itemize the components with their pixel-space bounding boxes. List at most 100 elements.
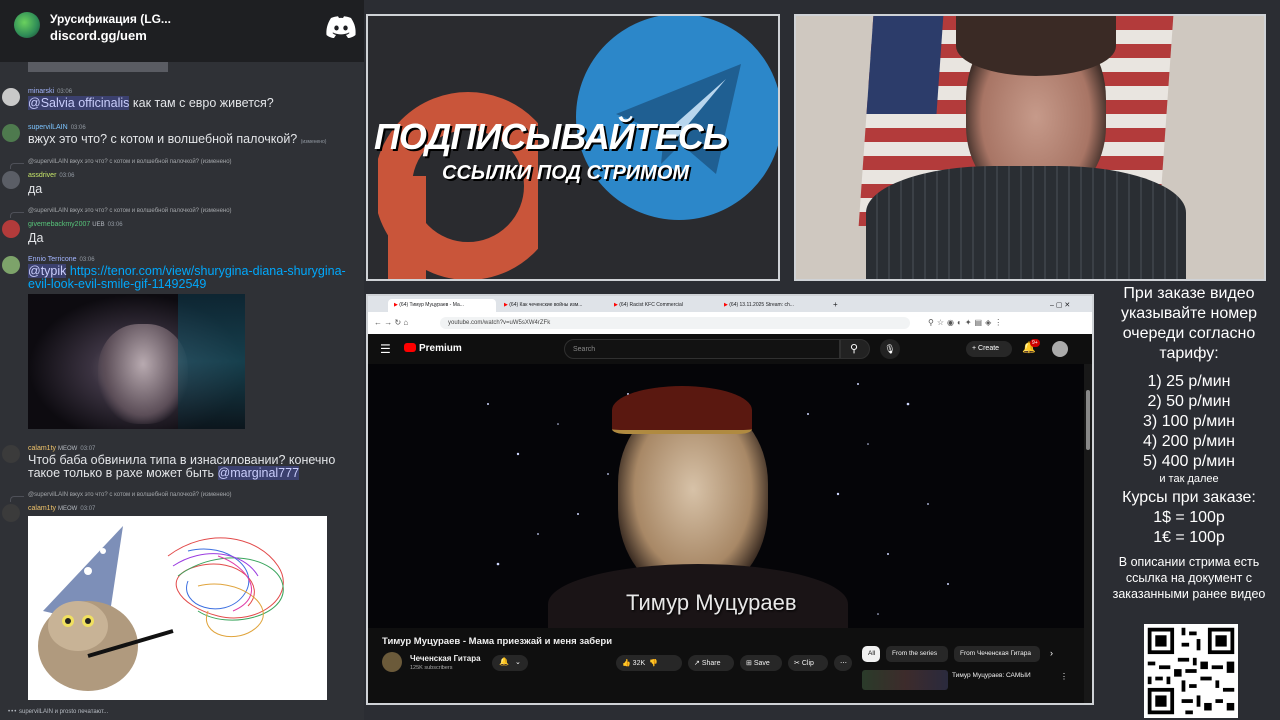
tab-bar: ▶ (64) Тимур Муцураев - Ма... ▶ (64) Как… [368,296,1092,312]
rate-eur: 1€ = 100р [1153,529,1225,546]
youtube-favicon-icon: ▶ [504,302,508,308]
user-avatar [2,124,20,142]
username[interactable]: assdriver 03:06 [28,172,74,179]
hamburger-menu-icon[interactable]: ☰ [380,342,391,356]
subscribed-bell-button[interactable]: 🔔 ⌄ [492,655,528,671]
wizard-cat-image [38,526,284,691]
user-avatar [2,256,20,274]
chat-message: supervilLAIN 03:06 вжух это что? с котом … [0,122,364,148]
recommended-more-icon[interactable]: ⋮ [1060,672,1068,681]
tariff-1: 1) 25 р/мин [1147,373,1231,390]
youtube-favicon-icon: ▶ [394,302,398,308]
recommended-title[interactable]: Тимур Муцураев: САМЫЙ [952,672,1044,682]
banner-title: ПОДПИСЫВАЙТЕСЬ [374,116,728,157]
more-icon: ⋯ [840,660,847,667]
thumbs-down-icon: 👎 [649,660,658,667]
user-mention[interactable]: @typik [28,264,67,278]
video-title: Тимур Муцураев - Мама приезжай и меня за… [382,636,613,647]
reply-connector [10,212,24,218]
subscriber-count: 125K subscribers [410,665,453,671]
search-button[interactable]: ⚲ [840,339,870,359]
subscribe-banner: ПОДПИСЫВАЙТЕСЬ ССЫЛКИ ПОД СТРИМОМ [366,14,780,281]
chip-from-series[interactable]: From the series [886,646,948,662]
chat-message: minarski 03:06 @Salvia officinalis как та… [0,86,364,112]
recommended-thumbnail[interactable] [862,670,948,690]
account-avatar[interactable] [1052,341,1068,357]
video-player[interactable]: Тимур Муцураев [368,364,1084,628]
youtube-favicon-icon: ▶ [614,302,618,308]
user-mention[interactable]: @marginal777 [217,466,300,480]
reply-connector [10,163,24,169]
save-button[interactable]: ⊞ Save [740,655,782,671]
channel-avatar[interactable] [382,652,402,672]
message-text: @typik https://tenor.com/view/shurygina-… [28,264,348,291]
chip-all[interactable]: All [862,646,880,662]
username[interactable]: calam1ty MEOW 03:07 [28,445,95,452]
chevron-down-icon: ⌄ [515,659,521,666]
create-button[interactable]: + Create [966,341,1012,357]
tab[interactable]: ▶ (64) 13.11.2025 Stream: ch... [718,299,826,312]
nav-buttons[interactable]: ← → ↻ ⌂ [374,318,408,327]
timestamp: 03:06 [57,89,73,95]
voice-search-icon[interactable]: 🎙 [880,339,900,359]
url-field[interactable]: youtube.com/watch?v=uW5sXW4rZFk [440,317,910,329]
youtube-logo[interactable]: Premium [404,343,462,354]
channel-name[interactable]: Чеченская Гитара [410,654,481,663]
reply-preview[interactable]: @supervilLAIN вжух это что? с котом и во… [28,492,232,498]
chat-message: @supervilLAIN вжух это что? с котом и во… [0,157,364,199]
video-caption: Тимур Муцураев [626,590,797,615]
role-badge: UEB [92,222,105,228]
username[interactable]: calam1ty MEOW 03:07 [28,505,95,512]
notifications-bell-icon[interactable]: 🔔 9+ [1022,339,1040,354]
message-text: Чтоб баба обвинила типа в изнасиловании?… [28,453,336,480]
reply-preview[interactable]: @supervilLAIN вжух это что? с котом и во… [28,208,232,214]
server-header: Урусификация (LG... discord.gg/uem [0,0,364,62]
timestamp: 03:07 [80,446,96,452]
reply-preview[interactable]: @supervilLAIN вжух это что? с котом и во… [28,159,232,165]
image-embed[interactable] [28,516,327,700]
role-badge: MEOW [58,506,78,512]
page-scrollbar[interactable] [1084,364,1092,703]
user-mention[interactable]: @Salvia officinalis [28,96,130,110]
youtube-play-icon [404,343,416,352]
timestamp: 03:06 [79,257,95,263]
like-dislike-button[interactable]: 👍 32K 👎 [616,655,682,671]
server-invite-link[interactable]: discord.gg/uem [50,28,147,43]
description-note: В описании стрима есть ссылка на докумен… [1112,555,1266,601]
clip-button[interactable]: ✂ Clip [788,655,828,671]
role-badge: MEOW [58,446,78,452]
username[interactable]: givemebackmy2007 UEB 03:06 [28,221,123,228]
tab[interactable]: ▶ (64) Как чеченские войны изм... [498,299,606,312]
search-icon: ⚲ [850,343,859,355]
chat-message: @supervilLAIN вжух это что? с котом и во… [0,490,364,702]
tab-active[interactable]: ▶ (64) Тимур Муцураев - Ма... [388,299,496,312]
tenor-link[interactable]: https://tenor.com/view/shurygina-diana-s… [28,264,346,291]
username[interactable]: Ennio Terricone 03:06 [28,256,95,263]
window-controls[interactable]: – ▢ ✕ [1048,299,1088,312]
scrollbar-thumb[interactable] [1086,390,1090,450]
username[interactable]: supervilLAIN 03:06 [28,124,86,131]
tariff-2: 2) 50 р/мин [1147,393,1231,410]
notification-count-badge: 9+ [1030,339,1040,347]
tariff-etc: и так далее [1159,473,1219,485]
gif-embed[interactable] [28,294,245,429]
timestamp: 03:06 [70,125,86,131]
discord-chat-overlay: Урусификация (LG... discord.gg/uem minar… [0,0,364,720]
message-text: Да [28,231,44,245]
chevron-right-icon[interactable]: › [1050,648,1053,658]
chip-from-channel[interactable]: From Чеченская Гитара [954,646,1040,662]
username[interactable]: minarski 03:06 [28,88,72,95]
server-icon [14,12,40,38]
tab[interactable]: ▶ (64) Racist KFC Commercial [608,299,716,312]
youtube-favicon-icon: ▶ [724,302,728,308]
more-actions-button[interactable]: ⋯ [834,655,852,671]
new-tab-button[interactable]: + [830,299,846,312]
order-instructions: При заказе видео указывайте номер очеред… [1120,285,1258,362]
search-input[interactable]: Search [564,339,840,359]
share-button[interactable]: ↗ Share [688,655,734,671]
user-avatar [2,445,20,463]
edited-marker: (изменено) [300,139,327,145]
browser-window: ▶ (64) Тимур Муцураев - Ма... ▶ (64) Как… [366,294,1094,705]
extension-icons[interactable]: ⚲☆◉◐✦▤◈⋮ [928,318,1005,327]
banner-subtitle: ССЫЛКИ ПОД СТРИМОМ [442,162,690,184]
